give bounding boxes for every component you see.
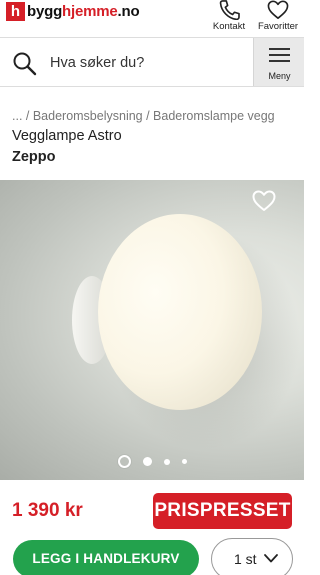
- gallery-dot-3[interactable]: [163, 458, 170, 465]
- product-title: Vegglampe Astro: [12, 128, 122, 144]
- add-to-cart-button[interactable]: LEGG I HANDLEKURV: [13, 540, 199, 575]
- gallery-dot-4[interactable]: [181, 459, 187, 464]
- quantity-select[interactable]: 1 st: [211, 538, 293, 575]
- menu-label: Meny: [268, 71, 291, 81]
- gallery-dot-2[interactable]: [142, 457, 152, 466]
- product-image: [72, 214, 300, 450]
- chevron-down-icon: [264, 554, 278, 563]
- menu-button[interactable]: Meny: [253, 38, 304, 86]
- kontakt-label: Kontakt: [212, 21, 246, 32]
- logo-suffix: .no: [117, 3, 140, 20]
- search-bar: Hva søker du? Meny: [0, 37, 304, 87]
- gallery-pagination: [0, 455, 304, 468]
- kontakt-button[interactable]: Kontakt: [206, 0, 252, 32]
- site-logo[interactable]: h bygghjemme.no: [6, 2, 140, 21]
- favoritter-button[interactable]: Favoritter: [255, 0, 301, 32]
- heart-outline-icon: [267, 0, 289, 19]
- site-header: h bygghjemme.no Kontakt Favoritter: [0, 0, 304, 36]
- logo-highlight: hjemme: [62, 3, 118, 20]
- hamburger-icon: [269, 48, 290, 66]
- price-badge: PRISPRESSET: [153, 493, 292, 529]
- search-input[interactable]: Hva søker du?: [50, 55, 144, 71]
- breadcrumb[interactable]: ... / Baderomsbelysning / Baderomslampe …: [12, 109, 275, 123]
- add-favorite-heart-icon[interactable]: [252, 190, 276, 212]
- favoritter-label: Favoritter: [257, 21, 299, 32]
- logo-wordmark: bygghjemme.no: [27, 3, 140, 20]
- product-image-gallery[interactable]: [0, 180, 304, 480]
- phone-icon: [219, 0, 240, 20]
- search-icon: [13, 52, 37, 76]
- product-brand[interactable]: Zeppo: [12, 149, 56, 165]
- product-price: 1 390 kr: [12, 500, 83, 521]
- quantity-value: 1 st: [234, 551, 257, 567]
- logo-prefix: bygg: [27, 3, 63, 20]
- logo-mark: h: [6, 2, 25, 21]
- gallery-dot-1[interactable]: [117, 455, 131, 468]
